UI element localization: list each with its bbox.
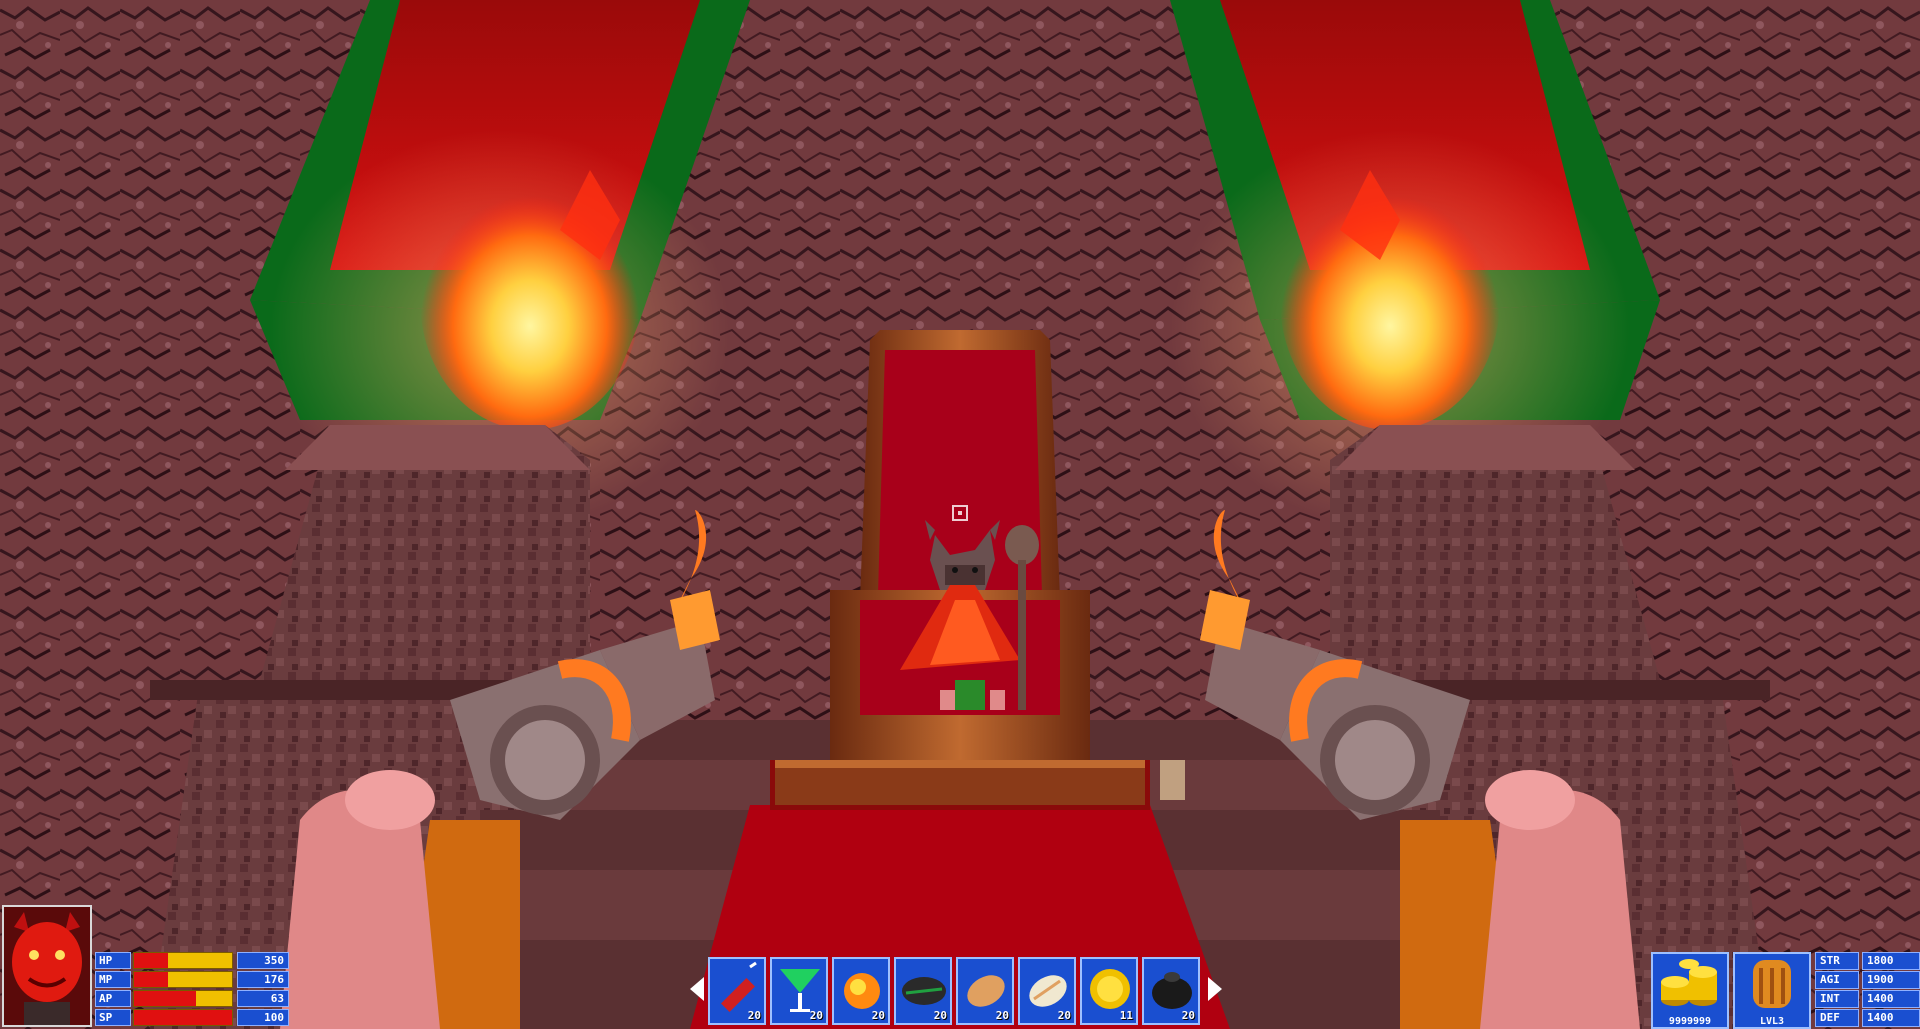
- attributes-panel: STR 1800 AGI 1900 INT 1400 DEF 1400: [1815, 952, 1920, 1029]
- item-count: 20: [809, 1009, 823, 1022]
- attribute-row-int: INT 1400: [1815, 990, 1920, 1008]
- attribute-row-def: DEF 1400: [1815, 1009, 1920, 1027]
- item-count: 20: [1057, 1009, 1071, 1022]
- stat-bar: [133, 952, 233, 969]
- hotbar-slot[interactable]: 20: [1018, 957, 1076, 1025]
- stat-bar-fill: [134, 1010, 232, 1025]
- stat-bar: [133, 990, 233, 1007]
- player-stats-panel: HP 350 MP 176 AP 63 SP 100: [95, 952, 293, 1029]
- attribute-value: 1400: [1862, 990, 1920, 1008]
- stat-row-ap: AP 63: [95, 990, 293, 1007]
- fire-orb-icon: [844, 973, 880, 1009]
- stat-row-hp: HP 350: [95, 952, 293, 969]
- hotbar-slot[interactable]: 11: [1080, 957, 1138, 1025]
- attribute-value: 1900: [1862, 971, 1920, 989]
- mug-prop: [1160, 760, 1185, 800]
- item-count: 20: [1181, 1009, 1195, 1022]
- attribute-value: 1400: [1862, 1009, 1920, 1027]
- gold-coins-icon: [1661, 959, 1717, 1006]
- level-label: LVL3: [1759, 1016, 1785, 1027]
- hotbar-next-arrow-icon[interactable]: [1208, 977, 1222, 1001]
- item-count: 20: [933, 1009, 947, 1022]
- attribute-row-str: STR 1800: [1815, 952, 1920, 970]
- attribute-value: 1800: [1862, 952, 1920, 970]
- left-brazier-flame: [420, 170, 640, 430]
- item-count: 20: [995, 1009, 1009, 1022]
- hotbar-slot[interactable]: 20: [770, 957, 828, 1025]
- item-count: 20: [747, 1009, 761, 1022]
- hotbar-slot[interactable]: 20: [708, 957, 766, 1025]
- stat-value: 176: [237, 971, 289, 988]
- level-indicator: LVL3: [1733, 952, 1811, 1029]
- right-brazier-flame: [1280, 170, 1500, 430]
- throne-room-scene: [0, 0, 1920, 1029]
- hotbar-slot[interactable]: 20: [956, 957, 1014, 1025]
- player-portrait: [2, 905, 92, 1027]
- stat-label: AP: [95, 990, 131, 1007]
- hotbar-prev-arrow-icon[interactable]: [690, 977, 704, 1001]
- gold-coin-icon: [1090, 969, 1130, 1009]
- item-count: 20: [871, 1009, 885, 1022]
- cocktail-glass-icon: [780, 969, 820, 1012]
- hotbar-slot[interactable]: 20: [832, 957, 890, 1025]
- gold-counter: 9999999: [1651, 952, 1729, 1029]
- stat-label: MP: [95, 971, 131, 988]
- white-bread-icon: [1029, 975, 1067, 1007]
- stat-label: HP: [95, 952, 131, 969]
- black-pouch-icon: [1152, 972, 1192, 1009]
- demon-face-icon: [4, 907, 90, 1025]
- attribute-row-agi: AGI 1900: [1815, 971, 1920, 989]
- stat-value: 63: [237, 990, 289, 1007]
- stat-bar: [133, 971, 233, 988]
- stat-label: SP: [95, 1009, 131, 1026]
- attribute-label: INT: [1815, 990, 1859, 1008]
- stat-row-sp: SP 100: [95, 1009, 293, 1026]
- gold-amount: 9999999: [1668, 1016, 1712, 1027]
- item-hotbar: 20 20 20 20 20 20 11 20: [690, 957, 1222, 1029]
- stat-value: 100: [237, 1009, 289, 1026]
- dynamite-icon: [721, 961, 757, 1012]
- attribute-label: DEF: [1815, 1009, 1859, 1027]
- stat-row-mp: MP 176: [95, 971, 293, 988]
- stat-value: 350: [237, 952, 289, 969]
- game-viewport[interactable]: HP 350 MP 176 AP 63 SP 100 20 20 20 20 20 20 11 20 999…: [0, 0, 1920, 1029]
- stat-bar-fill: [134, 972, 169, 987]
- item-count: 11: [1119, 1009, 1133, 1022]
- attribute-label: AGI: [1815, 971, 1859, 989]
- stat-bar: [133, 1009, 233, 1026]
- door-icon: [1753, 960, 1791, 1008]
- hotbar-slot[interactable]: 20: [894, 957, 952, 1025]
- hotbar-slot[interactable]: 20: [1142, 957, 1200, 1025]
- bread-loaf-icon: [967, 975, 1005, 1007]
- stat-bar-fill: [134, 953, 169, 968]
- dark-bomb-icon: [902, 977, 946, 1005]
- stat-bar-fill: [134, 991, 196, 1006]
- attribute-label: STR: [1815, 952, 1859, 970]
